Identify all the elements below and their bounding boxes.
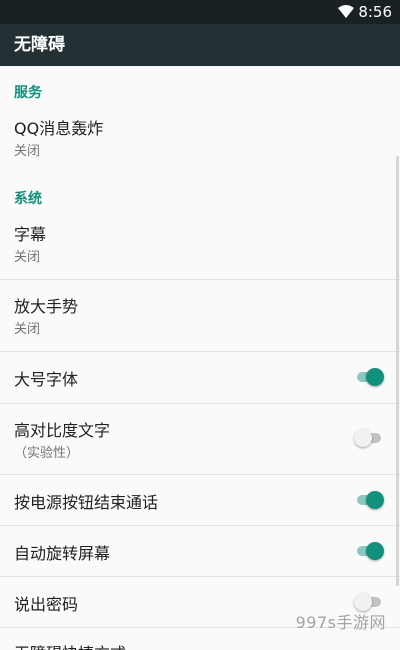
setting-item-power-button-ends-call[interactable]: 按电源按钮结束通话 (0, 475, 400, 525)
app-bar: 无障碍 (0, 24, 400, 66)
scrollbar[interactable] (396, 156, 399, 586)
setting-title: 无障碍快捷方式 (14, 640, 126, 650)
toggle-thumb (366, 542, 384, 560)
toggle-thumb (366, 491, 384, 509)
status-time: 8:56 (358, 3, 392, 21)
setting-title: 高对比度文字 (14, 421, 111, 440)
setting-status: 关闭 (14, 144, 41, 159)
large-text-toggle[interactable] (354, 367, 384, 387)
setting-title: 按电源按钮结束通话 (14, 493, 159, 512)
status-bar: 8:56 (0, 0, 400, 24)
section-header-system: 系统 (14, 191, 42, 207)
setting-status: 关闭 (14, 322, 41, 337)
setting-item-auto-rotate[interactable]: 自动旋转屏幕 (0, 526, 400, 576)
setting-title: QQ消息轰炸 (14, 119, 104, 138)
setting-title: 自动旋转屏幕 (14, 544, 111, 563)
setting-item-qq-bomb[interactable]: QQ消息轰炸 关闭 (0, 110, 400, 170)
setting-item-magnification[interactable]: 放大手势 关闭 (0, 280, 400, 350)
setting-item-large-text[interactable]: 大号字体 (0, 352, 400, 402)
setting-title: 说出密码 (14, 595, 79, 614)
settings-list[interactable]: 服务 QQ消息轰炸 关闭 系统 字幕 关闭 放大手势 关闭 大号字体 高对比度文… (0, 66, 400, 650)
toggle-thumb (354, 429, 372, 447)
wifi-icon (338, 5, 354, 18)
setting-title: 字幕 (14, 225, 47, 244)
setting-note: （实验性） (14, 446, 80, 461)
setting-item-captions[interactable]: 字幕 关闭 (0, 216, 400, 278)
setting-title: 大号字体 (14, 370, 79, 389)
high-contrast-text-toggle[interactable] (354, 428, 384, 448)
setting-status: 关闭 (14, 250, 41, 265)
auto-rotate-toggle[interactable] (354, 541, 384, 561)
section-header-services: 服务 (14, 85, 42, 101)
power-button-ends-call-toggle[interactable] (354, 490, 384, 510)
watermark: 997s手游网 (295, 613, 386, 632)
page-title: 无障碍 (14, 35, 65, 55)
toggle-thumb (366, 368, 384, 386)
setting-title: 放大手势 (14, 297, 79, 316)
setting-item-high-contrast-text[interactable]: 高对比度文字 （实验性） (0, 404, 400, 474)
